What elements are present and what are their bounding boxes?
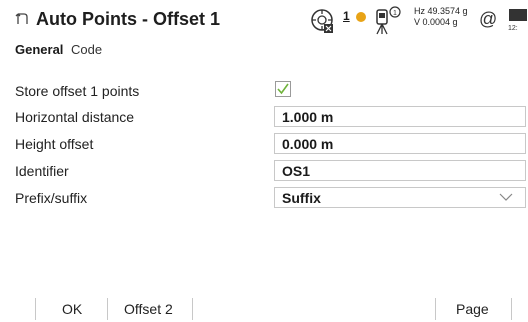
horizontal-distance-label: Horizontal distance <box>15 109 135 125</box>
softkey-bar: OK Offset 2 Page <box>0 292 528 322</box>
instrument-icon[interactable]: 1 <box>371 4 403 36</box>
prefix-suffix-row: Prefix/suffix Suffix <box>0 187 528 209</box>
at-icon[interactable]: @ <box>479 9 497 30</box>
identifier-value: OS1 <box>282 163 311 179</box>
tab-bar: General Code <box>15 42 102 57</box>
identifier-row: Identifier OS1 <box>0 160 528 182</box>
svg-text:12:: 12: <box>508 25 518 32</box>
horizontal-distance-field[interactable]: 1.000 m <box>274 106 526 127</box>
target-icon[interactable] <box>308 4 336 36</box>
prefix-suffix-value: Suffix <box>282 190 321 206</box>
softkey-divider <box>192 298 193 320</box>
height-offset-row: Height offset 0.000 m <box>0 133 528 155</box>
horizontal-distance-row: Horizontal distance 1.000 m <box>0 106 528 128</box>
battery-icon[interactable]: 12: <box>507 7 528 35</box>
offset2-button[interactable]: Offset 2 <box>124 301 173 317</box>
checkmark-icon <box>277 83 289 95</box>
identifier-field[interactable]: OS1 <box>274 160 526 181</box>
softkey-divider <box>435 298 436 320</box>
softkey-divider <box>511 298 512 320</box>
back-icon[interactable] <box>15 12 29 26</box>
page-button[interactable]: Page <box>456 301 489 317</box>
tab-general[interactable]: General <box>15 42 63 57</box>
store-offset-row: Store offset 1 points <box>0 80 528 102</box>
title-bar: Auto Points - Offset 1 1 1 Hz 49.3574 g … <box>0 0 528 40</box>
prism-icon[interactable] <box>356 12 366 22</box>
ok-button[interactable]: OK <box>62 301 82 317</box>
softkey-divider <box>107 298 108 320</box>
prefix-suffix-label: Prefix/suffix <box>15 190 88 206</box>
tab-code[interactable]: Code <box>71 42 102 57</box>
identifier-label: Identifier <box>15 163 69 179</box>
prism-number: 1 <box>343 9 350 23</box>
page-title: Auto Points - Offset 1 <box>36 9 220 29</box>
v-reading: V 0.0004 g <box>414 17 458 27</box>
horizontal-distance-value: 1.000 m <box>282 109 334 125</box>
prefix-suffix-select[interactable]: Suffix <box>274 187 526 208</box>
height-offset-label: Height offset <box>15 136 94 152</box>
height-offset-field[interactable]: 0.000 m <box>274 133 526 154</box>
height-offset-value: 0.000 m <box>282 136 334 152</box>
store-offset-label: Store offset 1 points <box>15 83 140 99</box>
angle-readout: Hz 49.3574 g V 0.0004 g <box>414 6 468 28</box>
store-offset-checkbox[interactable] <box>275 81 291 97</box>
softkey-divider <box>35 298 36 320</box>
svg-text:1: 1 <box>393 10 397 17</box>
chevron-down-icon <box>499 193 513 201</box>
hz-reading: Hz 49.3574 g <box>414 6 468 16</box>
